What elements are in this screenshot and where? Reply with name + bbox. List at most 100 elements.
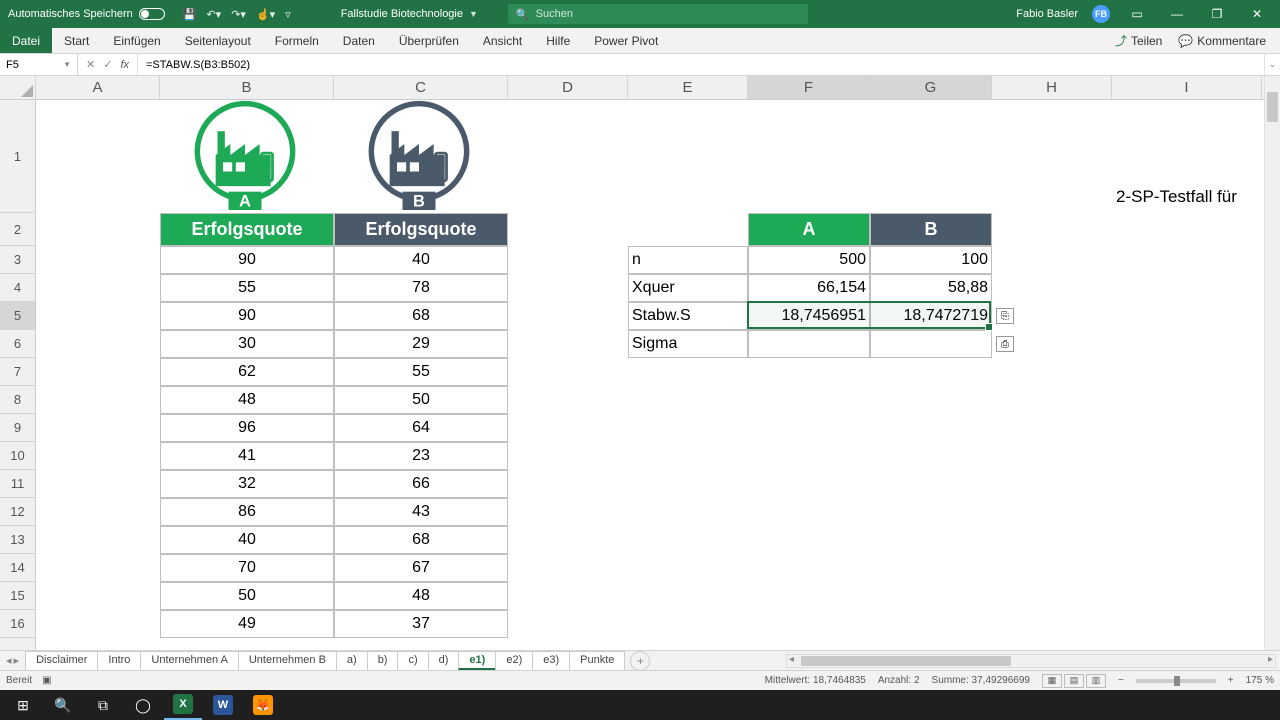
search-box[interactable]: 🔍 Suchen	[508, 4, 808, 24]
cortana-button[interactable]: ◯	[124, 690, 162, 720]
firefox-taskbar-button[interactable]: 🦊	[244, 690, 282, 720]
sheet-tab-e3[interactable]: e3)	[532, 651, 570, 670]
sheet-tab-c[interactable]: c)	[397, 651, 428, 670]
search-button[interactable]: 🔍	[44, 690, 82, 720]
redo-icon[interactable]: ↷▾	[231, 8, 246, 21]
tab-einfuegen[interactable]: Einfügen	[101, 28, 172, 53]
touch-mode-icon[interactable]: ☝▾	[256, 8, 275, 21]
sheet-tab-punkte[interactable]: Punkte	[569, 651, 625, 670]
start-button[interactable]: ⊞	[4, 690, 42, 720]
sheet-tab-disclaimer[interactable]: Disclaimer	[25, 651, 98, 670]
autofill-options-icon[interactable]: ⎘	[996, 308, 1014, 324]
tab-seitenlayout[interactable]: Seitenlayout	[173, 28, 263, 53]
excel-taskbar-button[interactable]: X	[164, 690, 202, 720]
sheet-tab-intro[interactable]: Intro	[97, 651, 141, 670]
column-header-A[interactable]: A	[36, 76, 160, 99]
tab-power-pivot[interactable]: Power Pivot	[582, 28, 670, 53]
row-header-4[interactable]: 4	[0, 274, 35, 302]
ribbon-display-icon[interactable]: ▭	[1124, 7, 1150, 21]
column-header-B[interactable]: B	[160, 76, 334, 99]
cells-area[interactable]: A B ErfolgsquoteErfolgsquote905590306248…	[36, 100, 1264, 650]
row-header-9[interactable]: 9	[0, 414, 35, 442]
maximize-icon[interactable]: ❐	[1204, 7, 1230, 21]
share-button[interactable]: ⤴Teilen	[1109, 30, 1168, 51]
name-box[interactable]: F5 ▼	[0, 54, 78, 75]
sheet-tab-e1[interactable]: e1)	[458, 651, 496, 670]
document-title-label: Fallstudie Biotechnologie	[341, 8, 463, 20]
sheet-tab-d[interactable]: d)	[428, 651, 460, 670]
add-sheet-button[interactable]: +	[630, 651, 650, 671]
column-header-C[interactable]: C	[334, 76, 508, 99]
column-header-G[interactable]: G	[870, 76, 992, 99]
cancel-formula-icon[interactable]: ✕	[86, 58, 95, 71]
word-taskbar-button[interactable]: W	[204, 690, 242, 720]
view-page-break-icon[interactable]: ▥	[1086, 674, 1106, 688]
row-header-16[interactable]: 16	[0, 610, 35, 638]
minimize-icon[interactable]: —	[1164, 7, 1190, 21]
sheet-tab-b[interactable]: b)	[367, 651, 399, 670]
tab-daten[interactable]: Daten	[331, 28, 387, 53]
status-sum: Summe: 37,49296699	[932, 675, 1030, 686]
tab-ueberpruefen[interactable]: Überprüfen	[387, 28, 471, 53]
column-header-I[interactable]: I	[1112, 76, 1262, 99]
user-avatar[interactable]: FB	[1092, 5, 1110, 23]
row-header-7[interactable]: 7	[0, 358, 35, 386]
close-icon[interactable]: ✕	[1244, 7, 1270, 21]
undo-icon[interactable]: ↶▾	[206, 8, 221, 21]
sheet-nav-next-icon[interactable]: ▸	[14, 654, 20, 667]
zoom-out-button[interactable]: −	[1118, 675, 1124, 686]
column-header-E[interactable]: E	[628, 76, 748, 99]
vertical-scrollbar[interactable]	[1264, 76, 1280, 650]
scrollbar-thumb[interactable]	[801, 656, 1011, 666]
formula-input[interactable]: =STABW.S(B3:B502)	[138, 59, 1264, 71]
zoom-in-button[interactable]: +	[1228, 675, 1234, 686]
quick-analysis-icon[interactable]: ⎙	[996, 336, 1014, 352]
tab-datei[interactable]: Datei	[0, 28, 52, 53]
expand-formula-bar-icon[interactable]: ⌄	[1264, 54, 1280, 75]
spreadsheet-grid[interactable]: ABCDEFGHI 12345678910111213141516 A B Er…	[0, 76, 1280, 650]
column-header-F[interactable]: F	[748, 76, 870, 99]
autosave-toggle[interactable]: Automatisches Speichern	[0, 8, 173, 20]
zoom-slider[interactable]	[1136, 679, 1216, 683]
row-headers[interactable]: 12345678910111213141516	[0, 100, 36, 650]
tab-formeln[interactable]: Formeln	[263, 28, 331, 53]
row-header-2[interactable]: 2	[0, 213, 35, 246]
column-header-H[interactable]: H	[992, 76, 1112, 99]
row-header-11[interactable]: 11	[0, 470, 35, 498]
row-header-12[interactable]: 12	[0, 498, 35, 526]
row-header-6[interactable]: 6	[0, 330, 35, 358]
column-header-D[interactable]: D	[508, 76, 628, 99]
row-header-8[interactable]: 8	[0, 386, 35, 414]
column-headers[interactable]: ABCDEFGHI	[36, 76, 1264, 100]
row-header-14[interactable]: 14	[0, 554, 35, 582]
sheet-tab-a[interactable]: a)	[336, 651, 368, 670]
qat-customize-icon[interactable]: ▿	[285, 8, 291, 21]
document-name[interactable]: Fallstudie Biotechnologie ▼	[341, 8, 478, 20]
fx-icon[interactable]: fx	[120, 59, 129, 71]
select-all-button[interactable]	[0, 76, 36, 100]
save-icon[interactable]: 💾	[183, 8, 197, 21]
horizontal-scrollbar[interactable]	[786, 654, 1276, 668]
tab-ansicht[interactable]: Ansicht	[471, 28, 534, 53]
row-header-15[interactable]: 15	[0, 582, 35, 610]
view-normal-icon[interactable]: ▦	[1042, 674, 1062, 688]
row-header-10[interactable]: 10	[0, 442, 35, 470]
tab-hilfe[interactable]: Hilfe	[534, 28, 582, 53]
task-view-button[interactable]: ⧉	[84, 690, 122, 720]
view-page-layout-icon[interactable]: ▤	[1064, 674, 1084, 688]
right-cutoff-text[interactable]: 2-SP-Testfall für	[1112, 100, 1262, 213]
row-header-5[interactable]: 5	[0, 302, 35, 330]
zoom-level[interactable]: 175 %	[1246, 675, 1274, 686]
sheet-nav-prev-icon[interactable]: ◂	[6, 654, 12, 667]
record-macro-icon[interactable]: ▣	[42, 675, 51, 686]
sheet-tab-e2[interactable]: e2)	[495, 651, 533, 670]
row-header-13[interactable]: 13	[0, 526, 35, 554]
tab-start[interactable]: Start	[52, 28, 101, 53]
accept-formula-icon[interactable]: ✓	[103, 58, 112, 71]
comments-button[interactable]: 💬Kommentare	[1172, 30, 1272, 51]
row-header-1[interactable]: 1	[0, 100, 35, 213]
row-header-3[interactable]: 3	[0, 246, 35, 274]
scrollbar-thumb[interactable]	[1267, 92, 1278, 122]
sheet-tab-unternehmena[interactable]: Unternehmen A	[140, 651, 238, 670]
sheet-tab-unternehmenb[interactable]: Unternehmen B	[238, 651, 337, 670]
